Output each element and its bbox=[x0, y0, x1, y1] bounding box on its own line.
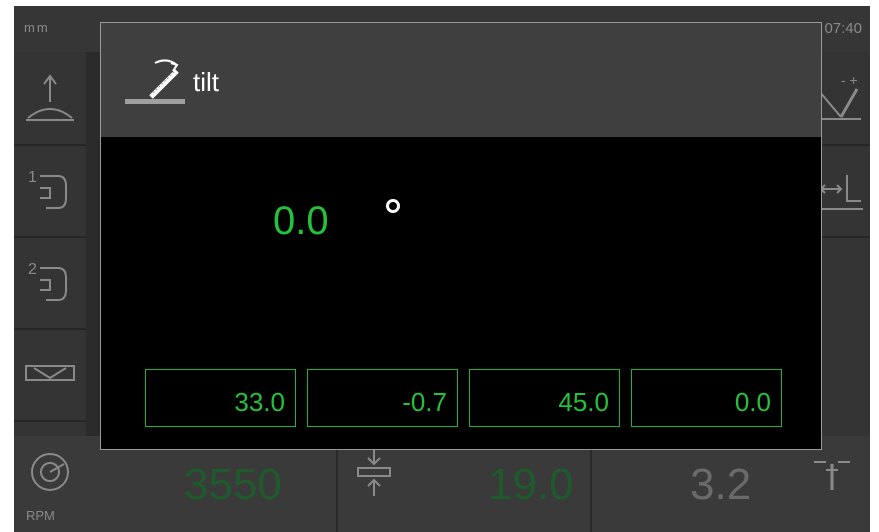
preset-value: 33.0 bbox=[234, 387, 285, 417]
svg-text:2: 2 bbox=[28, 261, 37, 278]
preset-button-3[interactable]: 45.0 bbox=[469, 369, 620, 427]
unit-label: mm bbox=[24, 20, 50, 35]
preset-value: 0.0 bbox=[734, 387, 771, 417]
rpm-value: 3550 bbox=[184, 460, 282, 509]
scoring-button[interactable] bbox=[14, 328, 86, 422]
tilt-dialog: tilt 0.0 33.0 -0.7 45.0 0.0 bbox=[100, 22, 822, 450]
preset-button-2[interactable]: -0.7 bbox=[307, 369, 458, 427]
memory-1-button[interactable]: 1 bbox=[14, 144, 86, 238]
offset-value: 3.2 bbox=[690, 460, 752, 509]
clock: 07:40 bbox=[824, 20, 862, 37]
dialog-header: tilt bbox=[101, 23, 821, 137]
dialog-title: tilt bbox=[193, 67, 219, 97]
rpm-gauge-icon bbox=[31, 453, 69, 491]
thickness-cell: 19.0 bbox=[338, 436, 592, 532]
memory-2-button[interactable]: 2 bbox=[14, 236, 86, 330]
memory-1-icon: 1 bbox=[28, 169, 67, 209]
left-toolbar: 1 2 bbox=[14, 52, 86, 436]
preset-value: 45.0 bbox=[558, 387, 609, 417]
scoring-icon bbox=[25, 365, 75, 381]
thickness-value: 19.0 bbox=[488, 460, 574, 509]
status-bar: RPM 3550 19.0 3.2 bbox=[14, 436, 870, 532]
preset-row: 33.0 -0.7 45.0 0.0 bbox=[145, 369, 782, 429]
preset-button-4[interactable]: 0.0 bbox=[631, 369, 782, 427]
degree-symbol-icon bbox=[386, 199, 400, 213]
memory-2-icon: 2 bbox=[28, 261, 67, 301]
rpm-cell: RPM 3550 bbox=[14, 436, 338, 532]
blade-height-icon bbox=[26, 74, 74, 121]
svg-text:1: 1 bbox=[28, 169, 37, 186]
machine-screen: mm 07:40 1 2 - + RPM 3550 19.0 3.2 tilt … bbox=[14, 6, 870, 532]
compress-icon bbox=[814, 461, 850, 490]
rpm-label: RPM bbox=[26, 508, 55, 523]
blade-height-button[interactable] bbox=[14, 52, 86, 146]
offset-cell: 3.2 bbox=[592, 436, 870, 532]
tilt-angle-value: 0.0 bbox=[273, 199, 329, 243]
thickness-icon bbox=[357, 448, 391, 496]
tilt-blade-icon bbox=[125, 59, 185, 104]
preset-value: -0.7 bbox=[402, 387, 447, 417]
svg-text:- +: - + bbox=[841, 72, 858, 88]
preset-button-1[interactable]: 33.0 bbox=[145, 369, 296, 427]
